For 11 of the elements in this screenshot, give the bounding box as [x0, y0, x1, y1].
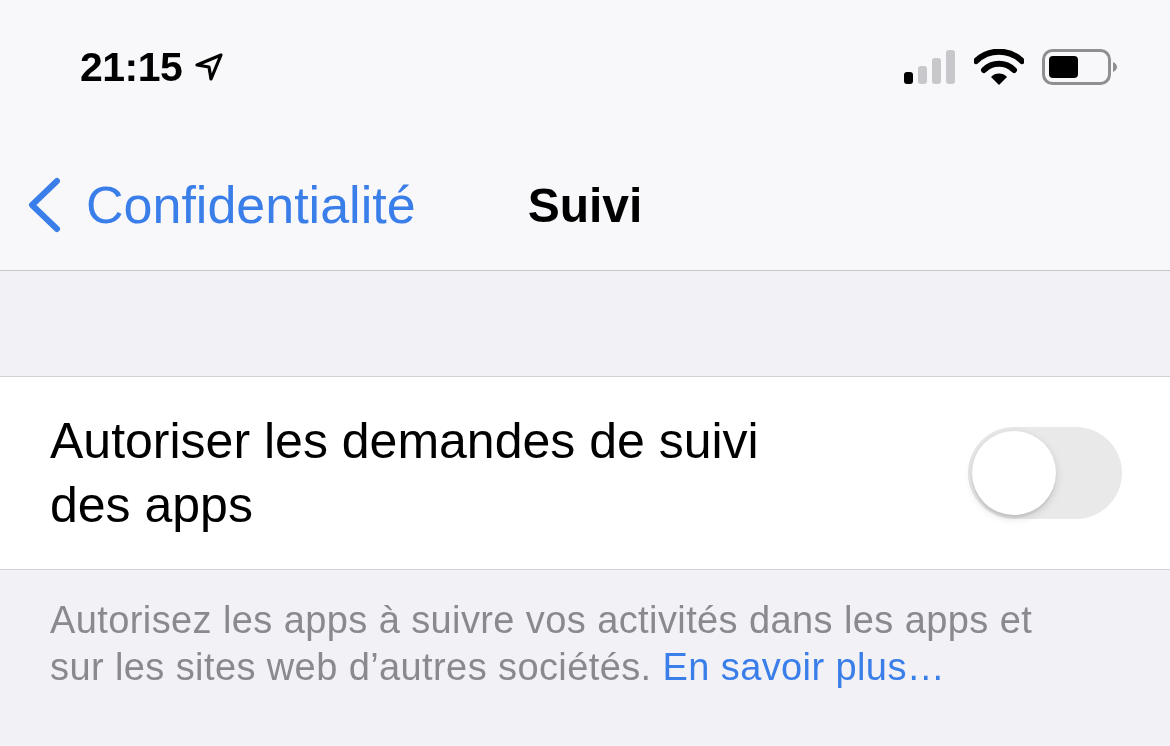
footer-text: Autorisez les apps à suivre vos activités dans les apps et sur les sites web d’autres sociétés. En savoir plus…: [50, 598, 1034, 690]
location-arrow-icon: [194, 52, 225, 82]
back-button[interactable]: Confidentialité: [0, 175, 416, 235]
battery-icon: [1042, 49, 1118, 85]
wifi-icon: [974, 49, 1024, 85]
learn-more-link[interactable]: En savoir plus…: [662, 646, 946, 688]
setting-label: Autoriser les demandes de suivi des apps: [50, 412, 760, 535]
status-time: 21:15: [80, 43, 183, 91]
page-title: Suivi: [527, 177, 643, 233]
chevron-left-icon: [26, 177, 62, 233]
signal-icon: [904, 50, 956, 84]
